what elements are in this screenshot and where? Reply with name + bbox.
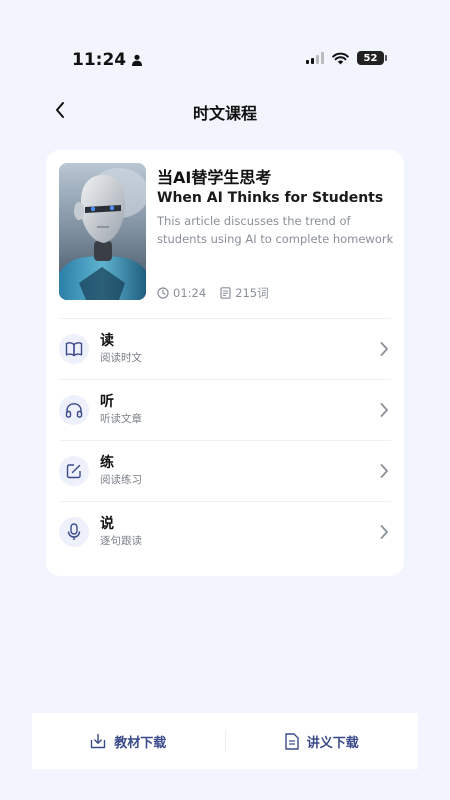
menu-item-subtitle: 逐句跟读 bbox=[100, 535, 142, 547]
cellular-signal-icon bbox=[306, 52, 324, 64]
chevron-right-icon bbox=[380, 403, 388, 417]
menu-item-title: 听 bbox=[100, 394, 114, 410]
chevron-right-icon bbox=[380, 342, 388, 356]
activity-menu: 读 阅读时文 听 听读文章 练 阅读练习 说 逐句跟读 bbox=[59, 318, 391, 562]
menu-item-title: 练 bbox=[100, 455, 114, 471]
page-title: 时文课程 bbox=[192, 104, 257, 123]
status-time: 11:24 bbox=[72, 50, 143, 70]
download-icon bbox=[91, 733, 106, 749]
microphone-icon bbox=[59, 517, 89, 547]
book-icon bbox=[59, 334, 89, 364]
menu-item-title: 读 bbox=[100, 333, 114, 349]
article-description-line: students using AI to complete homework..… bbox=[157, 232, 393, 246]
handout-download-label: 讲义下载 bbox=[306, 735, 359, 751]
person-icon bbox=[132, 54, 143, 66]
textbook-download-label: 教材下载 bbox=[114, 735, 167, 751]
course-card: 当AI替学生思考 When AI Thinks for Students Thi… bbox=[46, 150, 404, 576]
article-meta: 01:24 215词 bbox=[157, 285, 283, 301]
headphones-icon bbox=[59, 395, 89, 425]
status-icons: 52 bbox=[306, 51, 387, 65]
menu-item-listen[interactable]: 听 听读文章 bbox=[59, 379, 391, 440]
clock-label: 11:24 bbox=[72, 50, 127, 70]
textbook-download-button[interactable]: 教材下载 bbox=[32, 713, 225, 769]
menu-item-read[interactable]: 读 阅读时文 bbox=[59, 318, 391, 379]
document-icon bbox=[220, 287, 231, 299]
battery-icon: 52 bbox=[357, 51, 387, 65]
duration-label: 01:24 bbox=[173, 286, 207, 300]
edit-icon bbox=[59, 456, 89, 486]
file-icon bbox=[285, 732, 299, 750]
chevron-right-icon bbox=[380, 525, 388, 539]
menu-item-subtitle: 听读文章 bbox=[100, 413, 142, 425]
menu-item-subtitle: 阅读时文 bbox=[100, 352, 142, 364]
article-description-line: This article discusses the trend of bbox=[157, 214, 351, 228]
duration: 01:24 bbox=[157, 286, 206, 300]
chevron-right-icon bbox=[380, 464, 388, 478]
status-bar: 11:24 52 bbox=[0, 0, 450, 70]
menu-item-practice[interactable]: 练 阅读练习 bbox=[59, 440, 391, 501]
menu-item-speak[interactable]: 说 逐句跟读 bbox=[59, 501, 391, 562]
article-cover-image[interactable] bbox=[59, 163, 146, 300]
wifi-icon bbox=[332, 52, 349, 64]
bottom-action-bar: 教材下载 讲义下载 bbox=[32, 713, 418, 769]
article-title-cn: 当AI替学生思考 bbox=[157, 168, 272, 187]
article-title-en: When AI Thinks for Students bbox=[157, 190, 384, 206]
clock-icon bbox=[157, 287, 169, 299]
menu-item-subtitle: 阅读练习 bbox=[100, 474, 142, 486]
word-count: 215词 bbox=[220, 285, 269, 301]
menu-item-title: 说 bbox=[100, 516, 114, 532]
article-description: This article discusses the trend of stud… bbox=[157, 212, 393, 248]
handout-download-button[interactable]: 讲义下载 bbox=[226, 713, 419, 769]
nav-bar: 时文课程 bbox=[0, 94, 450, 128]
word-count-label: 215词 bbox=[235, 286, 269, 300]
